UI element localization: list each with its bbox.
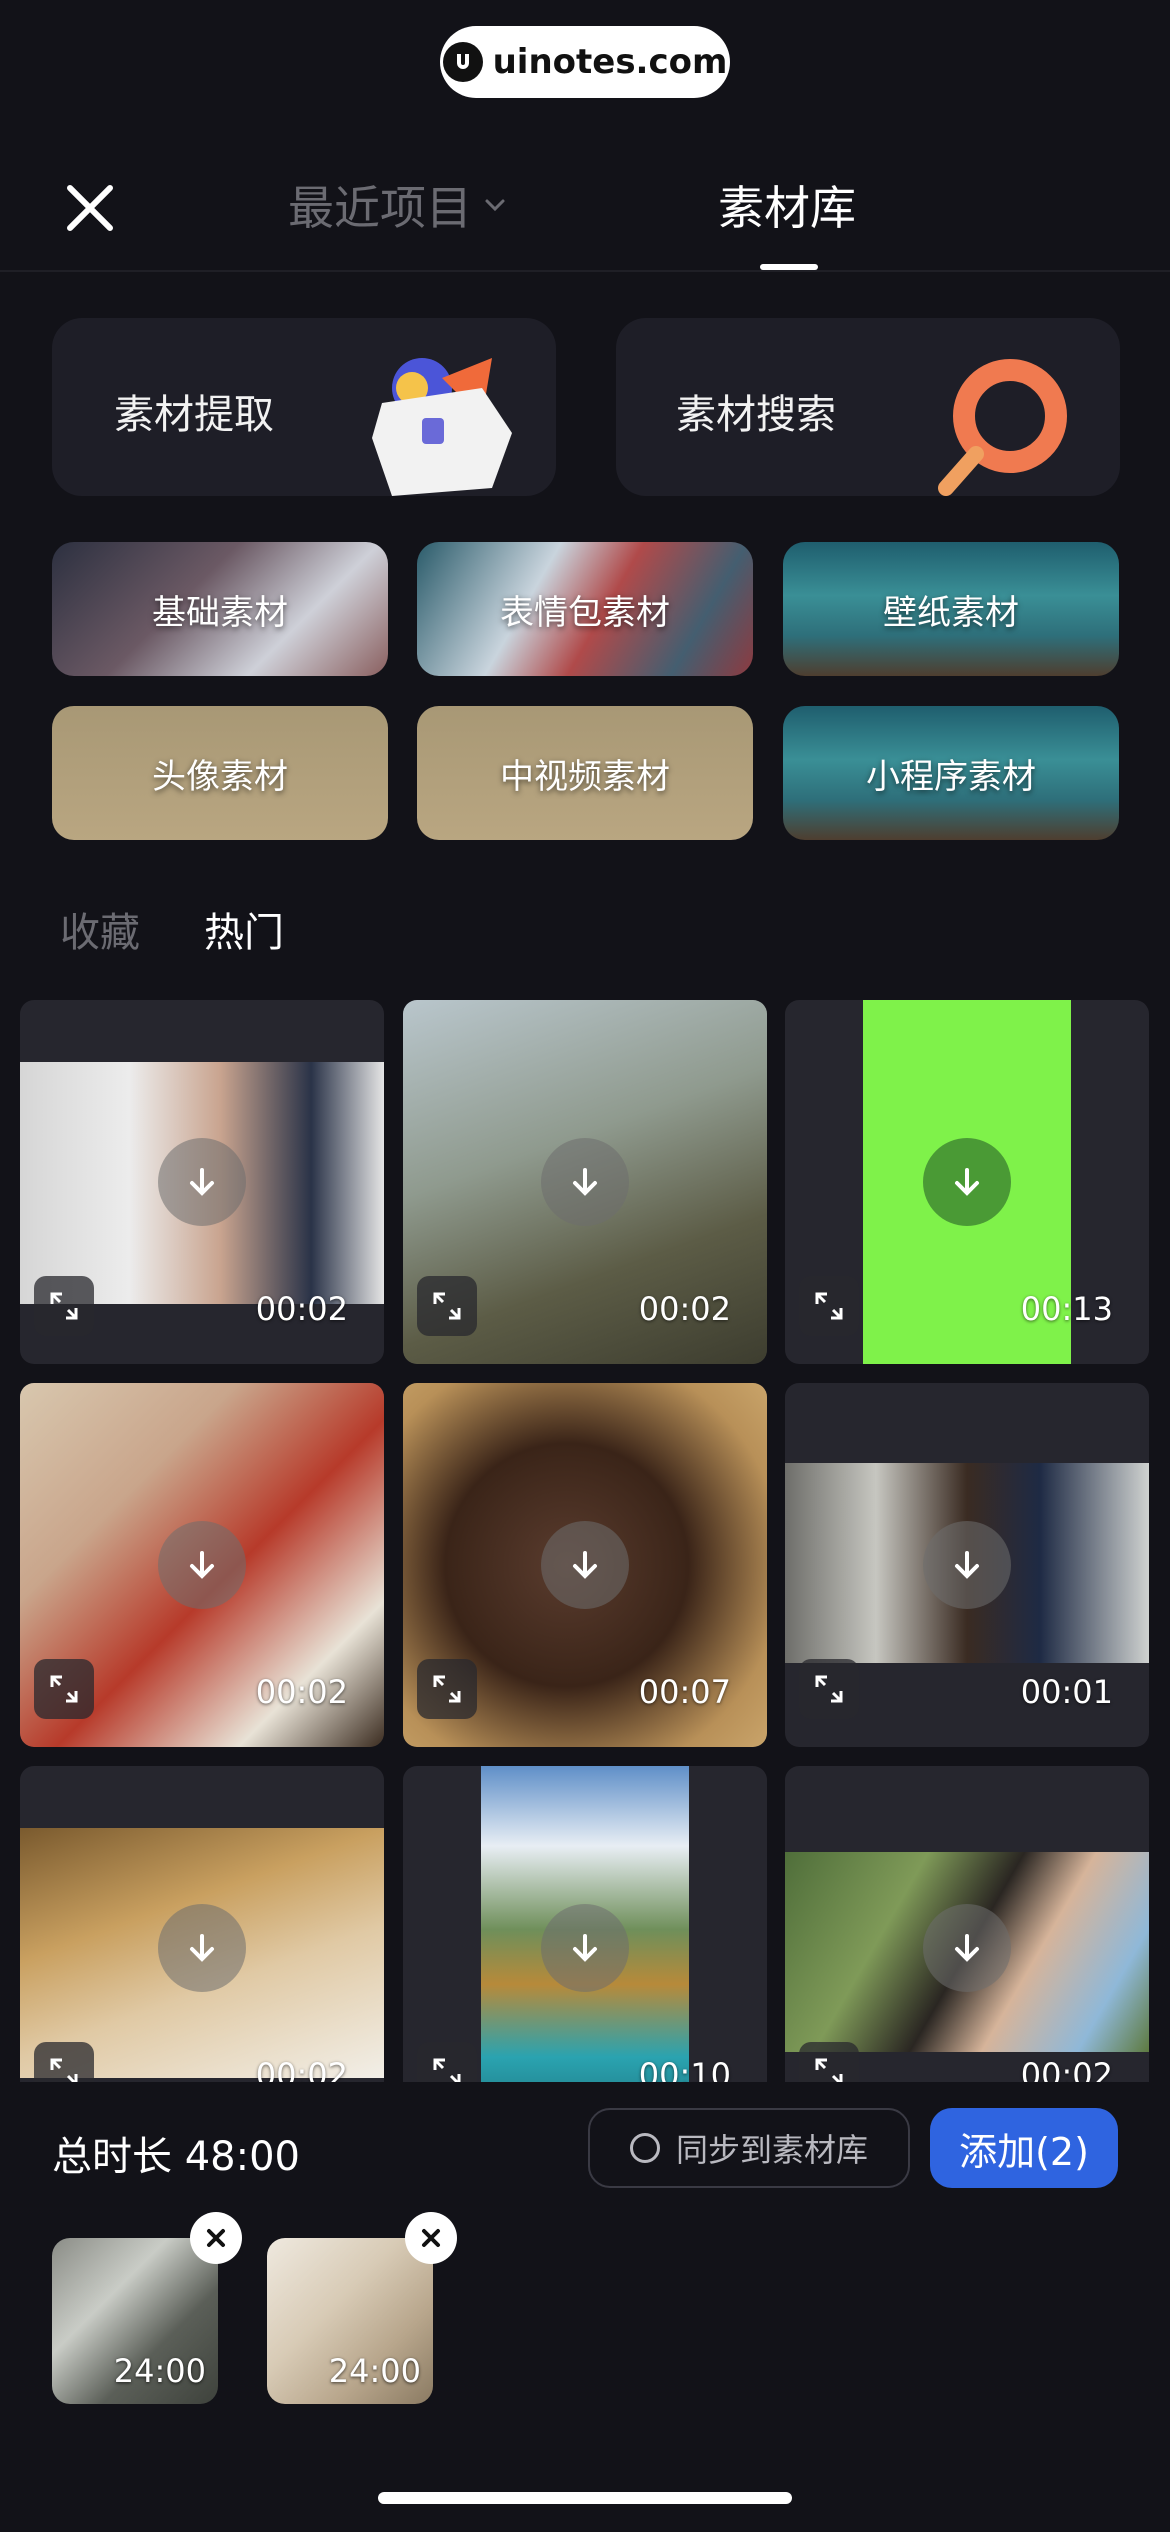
preview-icon[interactable] — [417, 1276, 477, 1336]
material-tile[interactable]: 00:01 — [785, 1383, 1149, 1747]
remove-clip-icon[interactable] — [190, 2212, 242, 2264]
category-label: 基础素材 — [152, 592, 288, 633]
material-tile[interactable]: 00:02 — [20, 1383, 384, 1747]
chevron-down-icon — [485, 199, 505, 212]
tab-favorites[interactable]: 收藏 — [60, 900, 140, 958]
duration-label: 00:02 — [638, 1290, 731, 1328]
material-tile[interactable]: 00:10 — [403, 1766, 767, 2130]
tab-recent-projects[interactable]: 最近项目 — [288, 172, 508, 238]
home-indicator — [378, 2492, 792, 2504]
material-tile[interactable]: 00:13 — [785, 1000, 1149, 1364]
preview-icon[interactable] — [799, 1276, 859, 1336]
download-icon[interactable] — [158, 1138, 246, 1226]
duration-label: 00:02 — [255, 1673, 348, 1711]
watermark-logo-icon — [442, 42, 483, 82]
header-divider — [0, 270, 1170, 272]
duration-label: 00:01 — [1020, 1673, 1113, 1711]
total-duration: 总时长 48:00 — [52, 2134, 300, 2180]
preview-icon[interactable] — [799, 1659, 859, 1719]
box-icon — [372, 358, 512, 496]
watermark-text: uinotes.com — [492, 42, 728, 82]
material-tile[interactable]: 00:02 — [785, 1766, 1149, 2130]
add-button[interactable]: 添加(2) — [930, 2108, 1118, 2188]
category-mid-video[interactable]: 中视频素材 — [417, 706, 753, 840]
sync-label: 同步到素材库 — [675, 2131, 868, 2169]
tab-hot[interactable]: 热门 — [204, 900, 284, 958]
category-avatar[interactable]: 头像素材 — [52, 706, 388, 840]
download-icon[interactable] — [923, 1138, 1011, 1226]
radio-circle-icon — [629, 2133, 660, 2163]
material-tile[interactable]: 00:02 — [20, 1000, 384, 1364]
tab-material-library[interactable]: 素材库 — [718, 172, 856, 238]
tab-recent-label: 最近项目 — [288, 181, 472, 235]
material-tile[interactable]: 00:02 — [20, 1766, 384, 2130]
magnifier-icon — [938, 359, 1067, 496]
material-extract-card[interactable]: 素材提取 — [52, 318, 556, 496]
download-icon[interactable] — [923, 1521, 1011, 1609]
category-wallpaper[interactable]: 壁纸素材 — [783, 542, 1119, 676]
material-search-label: 素材搜索 — [676, 392, 836, 438]
material-extract-label: 素材提取 — [114, 392, 274, 438]
download-icon[interactable] — [541, 1138, 629, 1226]
material-tile[interactable]: 00:02 — [403, 1000, 767, 1364]
preview-icon[interactable] — [34, 1659, 94, 1719]
duration-label: 00:13 — [1020, 1290, 1113, 1328]
category-label: 中视频素材 — [500, 756, 670, 797]
duration-label: 24:00 — [113, 2352, 206, 2390]
selected-clip[interactable]: 24:00 — [267, 2238, 433, 2404]
sync-to-library-toggle[interactable]: 同步到素材库 — [588, 2108, 910, 2188]
watermark-pill: uinotes.com — [440, 26, 730, 98]
duration-label: 24:00 — [328, 2352, 421, 2390]
preview-icon[interactable] — [417, 1659, 477, 1719]
remove-clip-icon[interactable] — [405, 2212, 457, 2264]
category-label: 壁纸素材 — [883, 592, 1019, 633]
duration-label: 00:02 — [255, 1290, 348, 1328]
category-mini-program[interactable]: 小程序素材 — [783, 706, 1119, 840]
download-icon[interactable] — [158, 1904, 246, 1992]
category-label: 小程序素材 — [866, 756, 1036, 797]
category-label: 头像素材 — [152, 756, 288, 797]
duration-label: 00:07 — [638, 1673, 731, 1711]
category-emoji[interactable]: 表情包素材 — [417, 542, 753, 676]
material-search-card[interactable]: 素材搜索 — [616, 318, 1120, 496]
download-icon[interactable] — [541, 1521, 629, 1609]
preview-icon[interactable] — [34, 1276, 94, 1336]
category-basic[interactable]: 基础素材 — [52, 542, 388, 676]
close-icon[interactable] — [60, 178, 120, 238]
material-tile[interactable]: 00:07 — [403, 1383, 767, 1747]
category-label: 表情包素材 — [500, 592, 670, 633]
download-icon[interactable] — [923, 1904, 1011, 1992]
download-icon[interactable] — [541, 1904, 629, 1992]
selected-clip[interactable]: 24:00 — [52, 2238, 218, 2404]
download-icon[interactable] — [158, 1521, 246, 1609]
